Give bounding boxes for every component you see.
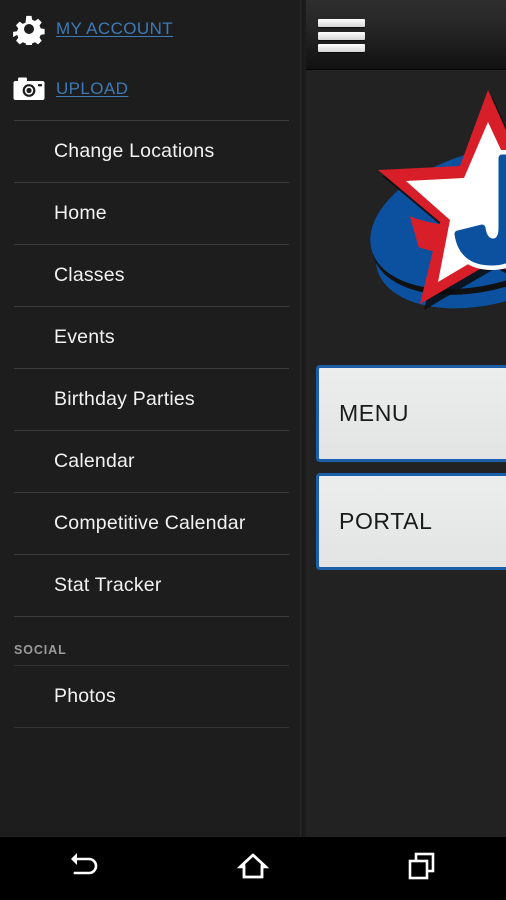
app-header: [306, 0, 506, 70]
portal-button[interactable]: PORTAL: [316, 473, 506, 570]
sidebar-item-classes[interactable]: Classes: [0, 245, 303, 306]
hamburger-icon[interactable]: [318, 17, 365, 54]
system-navigation-bar: [0, 837, 506, 900]
sidebar-group-label-social: SOCIAL: [14, 643, 67, 657]
recent-apps-button[interactable]: [337, 837, 506, 900]
hamburger-bar: [318, 19, 365, 27]
recents-icon: [407, 851, 437, 886]
club-logo: G: [370, 90, 506, 310]
sidebar-item-competitive-calendar[interactable]: Competitive Calendar: [0, 493, 303, 554]
gear-icon: [12, 12, 46, 46]
sidebar-item-my-account[interactable]: MY ACCOUNT: [0, 0, 303, 58]
sidebar-item-label: MY ACCOUNT: [56, 19, 174, 38]
hamburger-bar: [318, 31, 365, 40]
sidebar-item-photos[interactable]: Photos: [0, 666, 303, 727]
hamburger-bar: [318, 44, 365, 52]
sidebar-item-events[interactable]: Events: [0, 307, 303, 368]
sidebar-item-label: UPLOAD: [56, 79, 129, 98]
camera-icon: [12, 72, 46, 106]
divider: [14, 727, 289, 728]
sidebar-item-upload[interactable]: UPLOAD: [0, 58, 303, 120]
sidebar-item-stat-tracker[interactable]: Stat Tracker: [0, 555, 303, 616]
sidebar-item-change-locations[interactable]: Change Locations: [0, 121, 303, 182]
main-content-panel: G MENU PORTAL: [306, 0, 506, 837]
sidebar-item-home[interactable]: Home: [0, 183, 303, 244]
logo-container: G: [306, 70, 506, 355]
home-button[interactable]: [169, 837, 338, 900]
home-icon: [236, 851, 270, 886]
app-root: MY ACCOUNT UPLOAD Change Locations Home …: [0, 0, 506, 900]
back-icon: [67, 851, 101, 886]
menu-button[interactable]: MENU: [316, 365, 506, 462]
navigation-drawer: MY ACCOUNT UPLOAD Change Locations Home …: [0, 0, 303, 837]
sidebar-item-birthday-parties[interactable]: Birthday Parties: [0, 369, 303, 430]
back-button[interactable]: [0, 837, 169, 900]
sidebar-item-calendar[interactable]: Calendar: [0, 431, 303, 492]
